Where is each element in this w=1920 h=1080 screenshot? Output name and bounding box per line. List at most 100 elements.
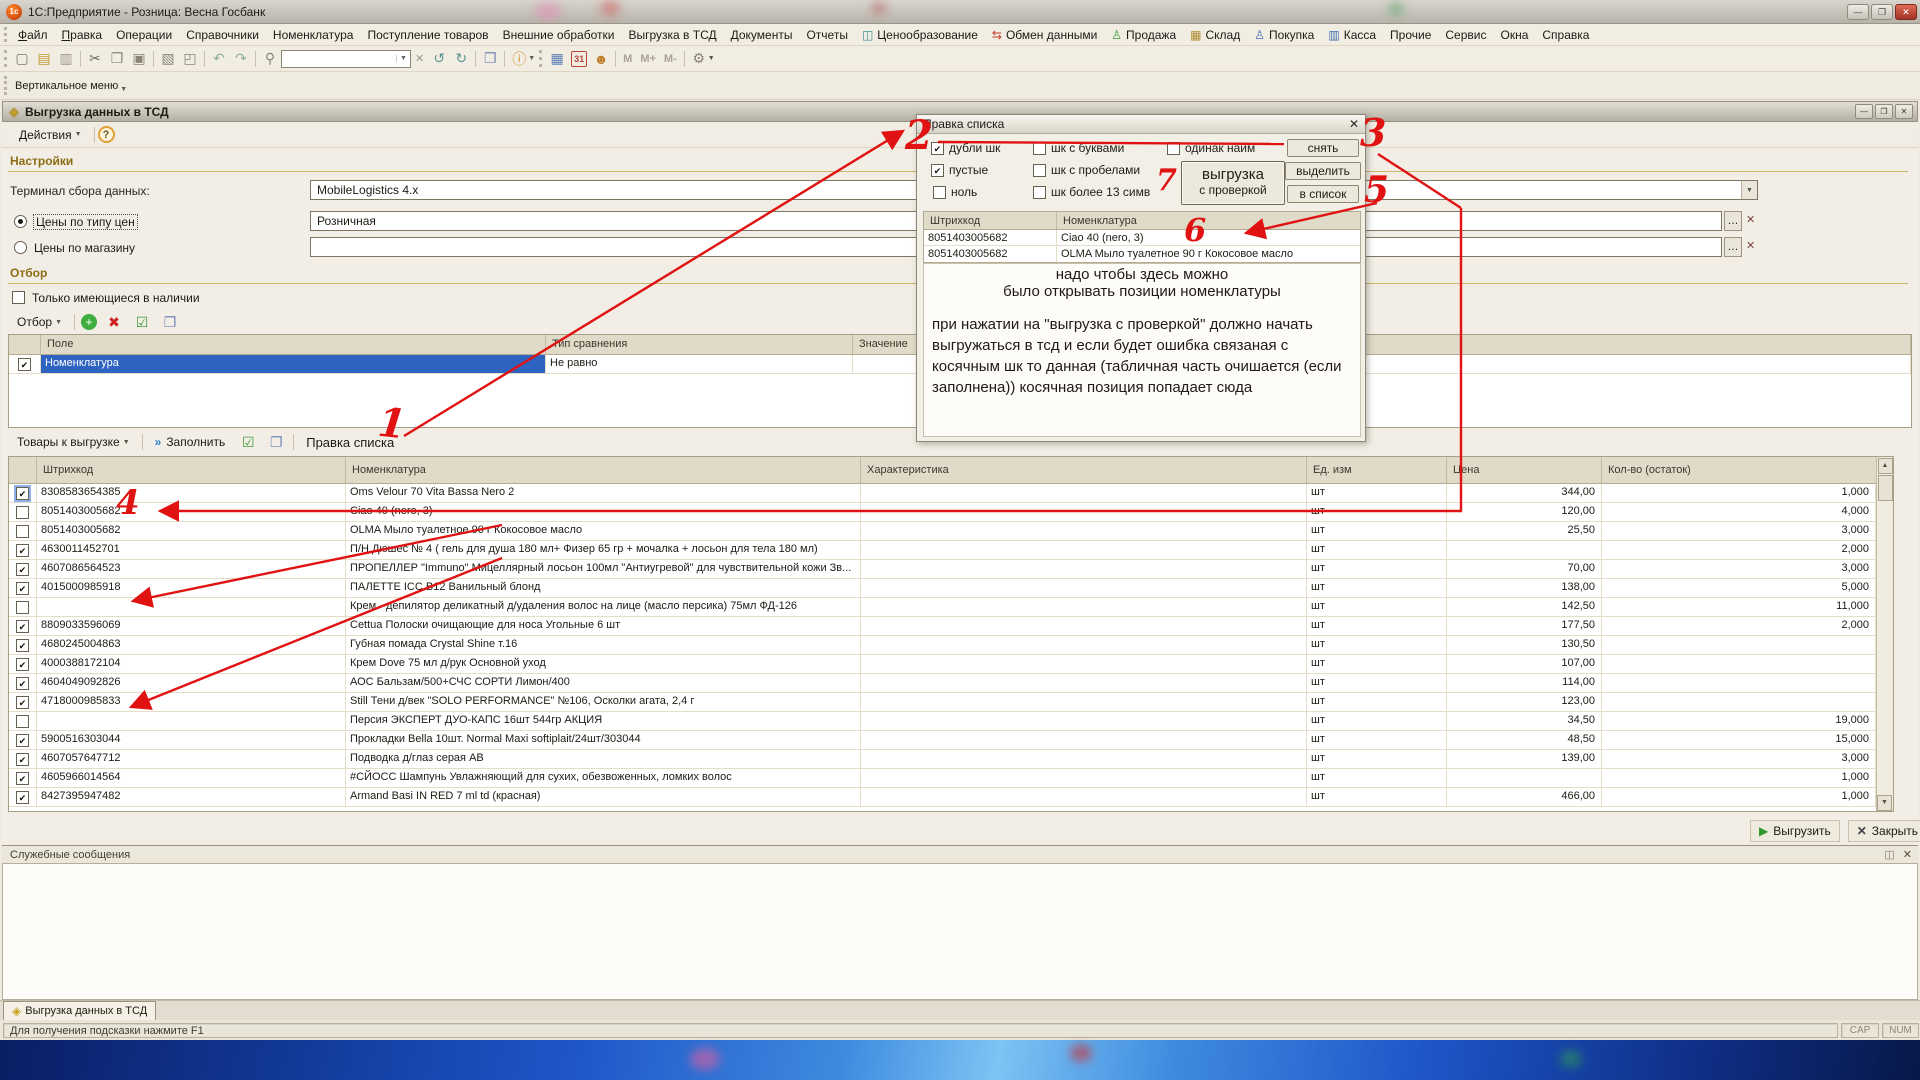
cell-name[interactable]: П/Н Дюшес № 4 ( гель для душа 180 мл+ Фи…: [346, 541, 861, 559]
cell-unit[interactable]: шт: [1307, 503, 1447, 521]
menu-item[interactable]: Окна: [1493, 25, 1535, 45]
cell-characteristic[interactable]: [861, 636, 1307, 654]
row-checkbox[interactable]: ✔: [16, 639, 29, 652]
barcode-letters-checkbox[interactable]: шк с буквами: [1033, 141, 1124, 155]
cell-characteristic[interactable]: [861, 788, 1307, 806]
cell-barcode[interactable]: 4607086564523: [37, 560, 346, 578]
cell-characteristic[interactable]: [861, 731, 1307, 749]
header-unit[interactable]: Ед. изм: [1307, 457, 1447, 484]
cell-unit[interactable]: шт: [1307, 674, 1447, 692]
cell-unit[interactable]: шт: [1307, 655, 1447, 673]
cell-qty[interactable]: [1602, 674, 1876, 692]
user-lock-icon[interactable]: ☻: [590, 49, 612, 69]
toolbar-grip[interactable]: [539, 50, 542, 68]
upload-with-check-button[interactable]: выгрузка с проверкой: [1181, 161, 1285, 205]
refresh-icon[interactable]: ↻: [450, 49, 472, 69]
barcode-spaces-checkbox[interactable]: шк с пробелами: [1033, 163, 1140, 177]
cell-characteristic[interactable]: [861, 598, 1307, 616]
cell-name[interactable]: ПРОПЕЛЛЕР "Immuno" Мицеллярный лосьон 10…: [346, 560, 861, 578]
unset-button[interactable]: снять: [1287, 139, 1359, 157]
menu-item[interactable]: Операции: [109, 25, 179, 45]
cell-unit[interactable]: шт: [1307, 693, 1447, 711]
filter-header-comparison[interactable]: Тип сравнения: [546, 335, 853, 355]
back-icon[interactable]: ↶: [208, 49, 230, 69]
open-icon[interactable]: ▤: [33, 49, 55, 69]
row-checkbox[interactable]: ✔: [16, 791, 29, 804]
cell-flag[interactable]: ✔: [9, 693, 37, 711]
cell-unit[interactable]: шт: [1307, 598, 1447, 616]
menu-item[interactable]: Внешние обработки: [496, 25, 622, 45]
menu-item[interactable]: Номенклатура: [266, 25, 361, 45]
cell-price[interactable]: [1447, 769, 1602, 787]
row-checkbox[interactable]: ✔: [16, 563, 29, 576]
table-row[interactable]: ✔4015000985918ПАЛЕТТЕ ICC B12 Ванильный …: [9, 579, 1893, 598]
cell-unit[interactable]: шт: [1307, 541, 1447, 559]
cell-barcode[interactable]: 4630011452701: [37, 541, 346, 559]
cell-barcode[interactable]: 8051403005682: [924, 246, 1057, 262]
cell-qty[interactable]: 2,000: [1602, 541, 1876, 559]
dialog-close-icon[interactable]: ✕: [1349, 117, 1359, 131]
upload-button[interactable]: ▶ Выгрузить: [1750, 820, 1840, 842]
table-row[interactable]: 8051403005682Ciao 40 (nero, 3)шт120,004,…: [9, 503, 1893, 522]
dialog-table-row[interactable]: 8051403005682 Ciao 40 (nero, 3): [924, 230, 1360, 246]
toolbar-grip[interactable]: [4, 76, 7, 95]
choose-button[interactable]: …: [1724, 237, 1742, 257]
row-checkbox[interactable]: ✔: [16, 772, 29, 785]
row-checkbox[interactable]: ✔: [16, 620, 29, 633]
table-row[interactable]: ✔ 4680245004863Губная помада Crystal Shin…: [9, 636, 1893, 655]
table-row[interactable]: ✔ 4607086564523ПРОПЕЛЛЕР "Immuno" Мицелля…: [9, 560, 1893, 579]
cell-name[interactable]: Губная помада Crystal Shine т.16: [346, 636, 861, 654]
cell-name[interactable]: Крем - депилятор деликатный д/удаления в…: [346, 598, 861, 616]
cell-name[interactable]: #СЙОСС Шампунь Увлажняющий для сухих, об…: [346, 769, 861, 787]
cell-price[interactable]: 48,50: [1447, 731, 1602, 749]
cell-name[interactable]: Ciao 40 (nero, 3): [1057, 230, 1360, 245]
maximize-button[interactable]: ❐: [1871, 4, 1893, 20]
cell-name[interactable]: Крем Dove 75 мл д/рук Основной уход: [346, 655, 861, 673]
form-close-button[interactable]: ✕: [1895, 104, 1913, 119]
dialog-header-barcode[interactable]: Штрихкод: [924, 212, 1057, 230]
cell-flag[interactable]: [9, 503, 37, 521]
form-minimize-button[interactable]: —: [1855, 104, 1873, 119]
cell-price[interactable]: [1447, 541, 1602, 559]
add-row-icon[interactable]: +: [81, 314, 97, 330]
cell-barcode[interactable]: 8308583654385: [37, 484, 346, 502]
vertical-menu-button[interactable]: Вертикальное меню: [11, 78, 122, 94]
close-form-button[interactable]: ✕ Закрыть: [1848, 820, 1920, 842]
cell-unit[interactable]: шт: [1307, 769, 1447, 787]
cell-price[interactable]: 139,00: [1447, 750, 1602, 768]
check-pages-icon[interactable]: ☑: [237, 432, 259, 452]
menu-item[interactable]: ▦Склад: [1183, 25, 1247, 45]
dup-barcode-checkbox[interactable]: ✔дубли шк: [931, 141, 1000, 155]
cell-unit[interactable]: шт: [1307, 484, 1447, 502]
dialog-table-row[interactable]: 8051403005682 OLMA Мыло туалетное 90 г К…: [924, 246, 1360, 262]
pin-icon[interactable]: ◫: [1884, 848, 1894, 861]
empty-checkbox[interactable]: ✔пустые: [931, 163, 988, 177]
cell-barcode[interactable]: 4680245004863: [37, 636, 346, 654]
cell-flag[interactable]: [9, 598, 37, 616]
cell-name[interactable]: ПАЛЕТТЕ ICC B12 Ванильный блонд: [346, 579, 861, 597]
menu-item[interactable]: Прочие: [1383, 25, 1438, 45]
filter-menu-button[interactable]: Отбор▼: [8, 311, 71, 333]
menu-item[interactable]: ⇆Обмен данными: [985, 25, 1104, 45]
cell-qty[interactable]: 3,000: [1602, 750, 1876, 768]
minimize-button[interactable]: —: [1847, 4, 1869, 20]
calculator-icon[interactable]: ▦: [546, 49, 568, 69]
cell-qty[interactable]: 4,000: [1602, 503, 1876, 521]
cell-price[interactable]: 25,50: [1447, 522, 1602, 540]
cell-barcode[interactable]: 5900516303044: [37, 731, 346, 749]
cell-price[interactable]: 138,00: [1447, 579, 1602, 597]
filter-header-field[interactable]: Поле: [41, 335, 546, 355]
filter-cell-field[interactable]: Номенклатура: [41, 355, 546, 373]
cell-name[interactable]: Прокладки Bella 10шт. Normal Maxi softip…: [346, 731, 861, 749]
cell-barcode[interactable]: 4604049092826: [37, 674, 346, 692]
only-available-label[interactable]: Только имеющиеся в наличии: [32, 291, 200, 305]
scroll-up-icon[interactable]: ▲: [1878, 458, 1893, 474]
cell-barcode[interactable]: [37, 598, 346, 616]
header-characteristic[interactable]: Характеристика: [861, 457, 1307, 484]
row-checkbox[interactable]: ✔: [16, 696, 29, 709]
close-panel-icon[interactable]: ✕: [1903, 848, 1912, 861]
cell-price[interactable]: 114,00: [1447, 674, 1602, 692]
actions-button[interactable]: Действия▼: [10, 124, 91, 146]
save-icon[interactable]: ▥: [55, 49, 77, 69]
calendar-icon[interactable]: 31: [571, 51, 587, 67]
